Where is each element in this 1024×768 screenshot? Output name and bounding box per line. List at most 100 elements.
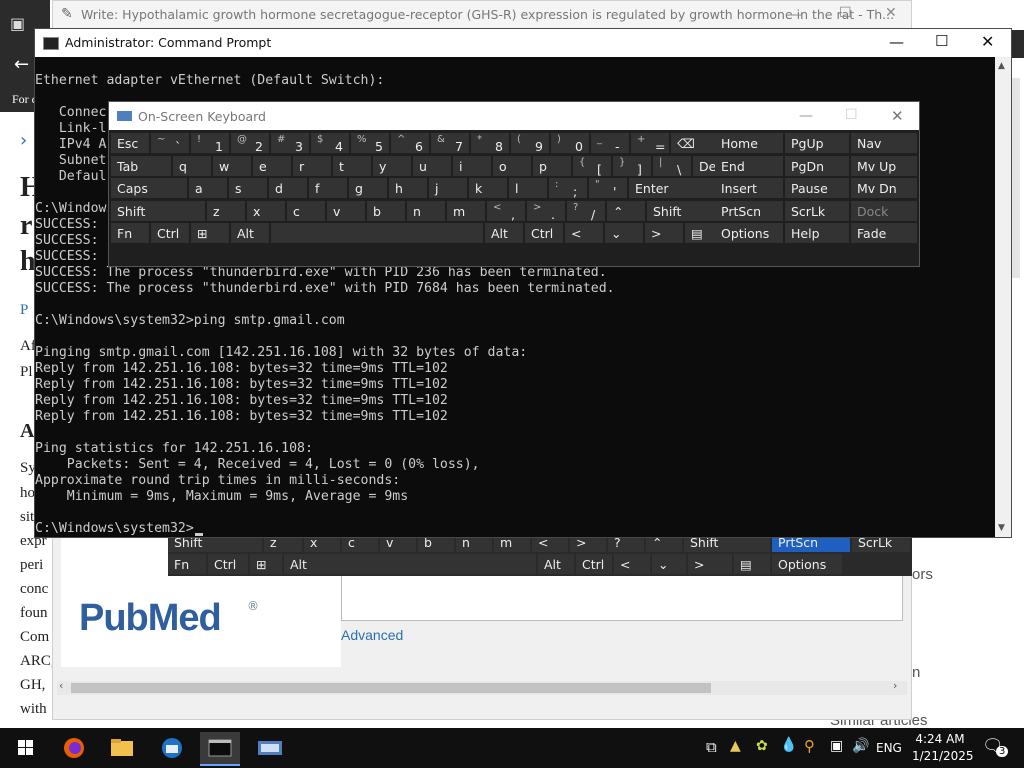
osk-nav-key[interactable]: Insert bbox=[715, 178, 783, 198]
osk-key[interactable]: o bbox=[493, 155, 531, 176]
osk-key[interactable]: :; bbox=[549, 178, 587, 198]
tray-settings-icon[interactable]: ✿ bbox=[756, 738, 768, 754]
osk-lower-key[interactable]: ▤ bbox=[734, 554, 770, 574]
osk-lower-key[interactable]: > bbox=[688, 554, 732, 574]
scroll-right-icon[interactable]: › bbox=[893, 679, 897, 692]
close-icon[interactable]: ✕ bbox=[981, 32, 994, 51]
osk-key[interactable]: Tab bbox=[111, 155, 171, 176]
osk-key[interactable]: ⌃ bbox=[607, 200, 645, 221]
command-prompt-taskbar-icon[interactable] bbox=[200, 732, 240, 766]
osk-key[interactable]: p bbox=[533, 155, 571, 176]
osk-key[interactable]: n bbox=[407, 200, 445, 221]
osk-key[interactable]: a bbox=[189, 178, 227, 198]
osk-key[interactable]: " ' bbox=[589, 178, 627, 198]
osk-key[interactable]: <, bbox=[487, 200, 525, 221]
minimize-icon[interactable]: — bbox=[889, 33, 904, 51]
osk-key[interactable]: ⌄ bbox=[605, 223, 643, 243]
osk-nav-key[interactable]: Options bbox=[715, 223, 783, 243]
osk-key[interactable]: | \ bbox=[653, 155, 691, 176]
osk-key[interactable]: Shift bbox=[111, 200, 205, 221]
osk-key[interactable]: Ctrl bbox=[525, 223, 563, 243]
scroll-down-icon[interactable]: ▼ bbox=[998, 523, 1005, 533]
task-view-icon[interactable]: ⧉ bbox=[706, 738, 717, 756]
windows-start-icon[interactable] bbox=[6, 732, 46, 764]
osk-lower-key[interactable]: Options bbox=[772, 554, 842, 574]
osk-key[interactable]: (9 bbox=[511, 133, 549, 153]
tray-drop-icon[interactable]: 💧 bbox=[780, 737, 797, 753]
osk-key[interactable]: Fn bbox=[111, 223, 149, 243]
osk-lower-key[interactable]: < bbox=[614, 554, 650, 574]
osk-nav-key[interactable]: PgUp bbox=[785, 133, 849, 153]
osk-key[interactable]: }] bbox=[613, 155, 651, 176]
osk-key[interactable]: Ctrl bbox=[151, 223, 189, 243]
osk-key[interactable]: k bbox=[469, 178, 507, 198]
osk-key[interactable]: d bbox=[269, 178, 307, 198]
osk-nav-key[interactable]: Fade bbox=[851, 223, 917, 243]
osk-nav-key[interactable]: Mv Up bbox=[851, 155, 917, 176]
osk-key[interactable]: l bbox=[509, 178, 547, 198]
osk-nav-key[interactable]: ScrLk bbox=[785, 200, 849, 221]
volume-icon[interactable]: 🔊 bbox=[852, 738, 869, 754]
osk-key[interactable]: ? / bbox=[567, 200, 605, 221]
osk-key[interactable]: g bbox=[349, 178, 387, 198]
osk-nav-key[interactable]: Pause bbox=[785, 178, 849, 198]
osk-key[interactable]: Alt bbox=[485, 223, 523, 243]
maximize-icon[interactable]: ☐ bbox=[845, 107, 858, 123]
osk-key[interactable]: r bbox=[293, 155, 331, 176]
osk-key[interactable]: u bbox=[413, 155, 451, 176]
tray-search-icon[interactable]: ⚲ bbox=[804, 737, 815, 755]
osk-lower-key[interactable]: ⊞ bbox=[250, 554, 282, 574]
pubmed-search-input[interactable] bbox=[341, 571, 903, 621]
osk-key[interactable]: x bbox=[247, 200, 285, 221]
osk-key[interactable]: w bbox=[213, 155, 251, 176]
maximize-icon[interactable]: ☐ bbox=[839, 5, 852, 21]
osk-nav-key[interactable]: Dock bbox=[851, 200, 917, 221]
tabs-icon[interactable]: ▣ bbox=[10, 14, 25, 33]
osk-key[interactable]: _ - bbox=[591, 133, 629, 153]
pubmed-logo[interactable]: PubMed bbox=[79, 597, 222, 640]
osk-nav-key[interactable]: Mv Dn bbox=[851, 178, 917, 198]
osk-lower-key[interactable]: Ctrl bbox=[208, 554, 248, 574]
osk-key[interactable]: @2 bbox=[231, 133, 269, 153]
osk-key[interactable]: * 8 bbox=[471, 133, 509, 153]
osk-key[interactable]: #3 bbox=[271, 133, 309, 153]
cmd-titlebar[interactable]: Administrator: Command Prompt — ☐ ✕ bbox=[35, 29, 1011, 57]
osk-key[interactable]: f bbox=[309, 178, 347, 198]
minimize-icon[interactable]: — bbox=[799, 108, 813, 124]
osk-key[interactable]: Alt bbox=[231, 223, 269, 243]
advanced-search-link[interactable]: Advanced bbox=[341, 627, 403, 643]
clock-time[interactable]: 4:24 AM bbox=[912, 732, 968, 746]
osk-key[interactable]: + = bbox=[631, 133, 669, 153]
osk-key[interactable]: j bbox=[429, 178, 467, 198]
osk-nav-key[interactable]: Help bbox=[785, 223, 849, 243]
osk-nav-key[interactable]: PrtScn bbox=[715, 200, 783, 221]
osk-key[interactable]: % 5 bbox=[351, 133, 389, 153]
close-icon[interactable]: ✕ bbox=[891, 107, 904, 125]
osk-key[interactable]: e bbox=[253, 155, 291, 176]
horizontal-scrollbar[interactable]: ‹ › bbox=[57, 679, 907, 695]
firefox-icon[interactable] bbox=[54, 732, 94, 764]
osk-lower-key[interactable]: Alt bbox=[284, 554, 536, 574]
osk-key[interactable]: v bbox=[327, 200, 365, 221]
osk-key[interactable]: q bbox=[173, 155, 211, 176]
chevron-right-icon[interactable]: › bbox=[20, 130, 27, 151]
osk-lower-key[interactable]: ⌄ bbox=[652, 554, 686, 574]
osk-nav-key[interactable]: Nav bbox=[851, 133, 917, 153]
osk-key[interactable]: b bbox=[367, 200, 405, 221]
osk-key[interactable]: s bbox=[229, 178, 267, 198]
horizontal-scroll-thumb[interactable] bbox=[71, 683, 711, 693]
network-icon[interactable]: ▣ bbox=[830, 738, 843, 754]
osk-key[interactable]: Caps bbox=[111, 178, 187, 198]
osk-key[interactable]: c bbox=[287, 200, 325, 221]
osk-key[interactable]: > bbox=[645, 223, 683, 243]
osk-key[interactable]: h bbox=[389, 178, 427, 198]
osk-key[interactable]: {[ bbox=[573, 155, 611, 176]
osk-key[interactable]: ! 1 bbox=[191, 133, 229, 153]
cmd-scrollbar[interactable]: ▲ ▼ bbox=[995, 57, 1011, 537]
osk-nav-key[interactable]: End bbox=[715, 155, 783, 176]
osk-lower-key[interactable]: Ctrl bbox=[576, 554, 612, 574]
language-indicator[interactable]: ENG bbox=[876, 741, 902, 755]
osk-key[interactable]: $4 bbox=[311, 133, 349, 153]
osk-lower-key[interactable]: Fn bbox=[168, 554, 206, 574]
file-explorer-icon[interactable] bbox=[102, 732, 142, 764]
